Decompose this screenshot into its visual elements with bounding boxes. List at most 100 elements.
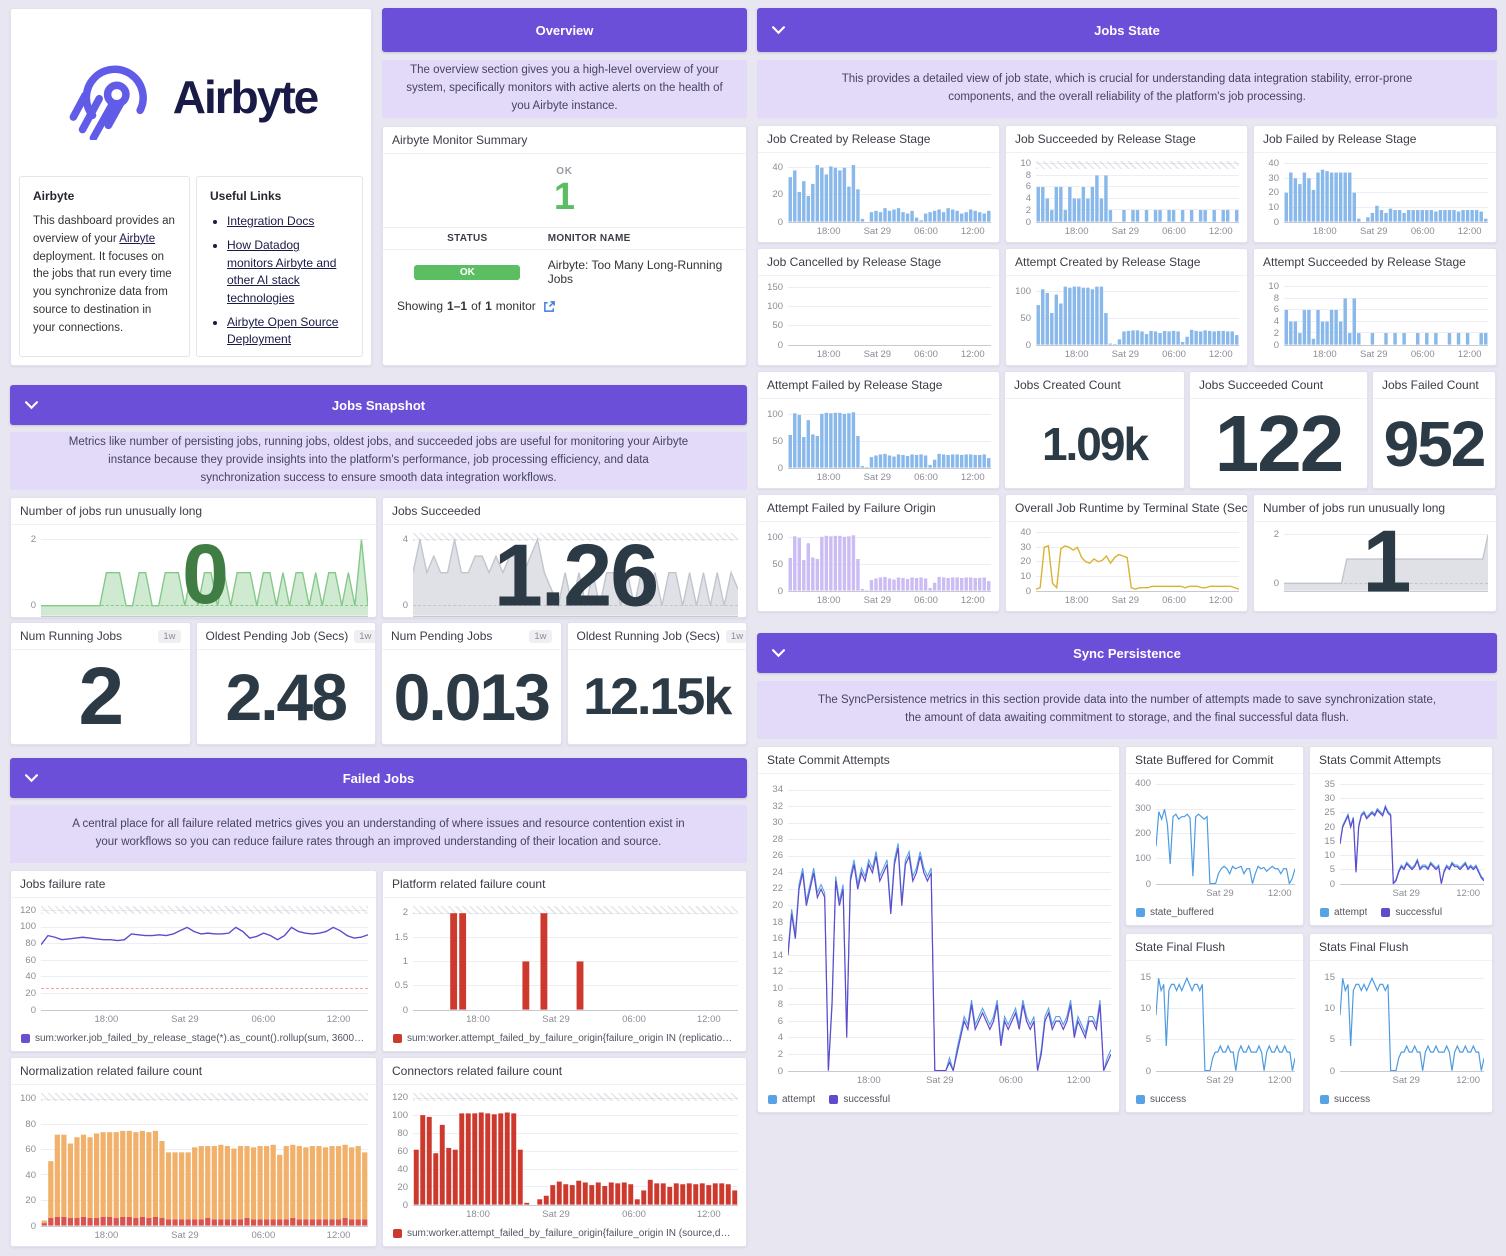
chart-state-buffered-for-commit: State Buffered for Commit 0 100 200 300 400 … (1125, 746, 1304, 926)
chevron-down-icon[interactable] (25, 772, 38, 785)
chart-plot[interactable] (413, 1093, 738, 1206)
chart-plot[interactable] (1036, 284, 1239, 346)
y-axis-tick: 4 (777, 1032, 783, 1044)
chart-plot[interactable] (788, 530, 991, 592)
x-axis-label: Sat 29 (863, 349, 892, 360)
chart-plot[interactable] (788, 782, 1111, 1072)
chart-plot[interactable] (1156, 969, 1295, 1072)
external-link-icon[interactable] (543, 300, 556, 313)
zero-baseline (1284, 582, 1488, 584)
y-axis-tick: 2 (402, 907, 408, 919)
integration-docs-link[interactable]: Integration Docs (227, 214, 314, 228)
y-axis-tick: 100 (1015, 285, 1031, 297)
chart-plot[interactable] (1340, 782, 1484, 885)
timeframe-badge: 1w (725, 629, 747, 643)
tile-title: Jobs Succeeded Count (1199, 378, 1324, 392)
section-title: Overview (535, 22, 594, 38)
y-axis-tick: 15 (1140, 972, 1151, 984)
x-axis-label: 12:00 (1208, 595, 1233, 606)
chart-plot[interactable] (413, 906, 738, 1011)
chart-plot[interactable] (788, 161, 991, 223)
x-axis-label: Sat 29 (1392, 1075, 1420, 1086)
x-axis-label: 12:00 (1066, 1075, 1091, 1086)
monitor-table-row[interactable]: OK Airbyte: Too Many Long-Running Jobs (383, 250, 746, 288)
y-axis-tick: 40 (25, 1169, 36, 1181)
chart-title: Attempt Succeeded by Release Stage (1263, 255, 1466, 269)
chart-plot[interactable]: 0 (41, 532, 368, 617)
chart-title: State Final Flush (1135, 940, 1226, 954)
x-axis: 18:00 Sat 29 06:00 12:00 (41, 1012, 368, 1028)
y-axis-tick: 22 (772, 883, 783, 895)
x-axis-label: Sat 29 (542, 1209, 570, 1220)
x-axis-label: Sat 29 (926, 1075, 954, 1086)
chevron-down-icon[interactable] (772, 24, 785, 37)
monitor-name[interactable]: Airbyte: Too Many Long-Running Jobs (538, 258, 732, 286)
y-axis-tick: 0 (1025, 339, 1031, 351)
x-axis-label: 18:00 (1312, 226, 1337, 237)
section-header-jobs-state: Jobs State (757, 8, 1497, 52)
y-axis-tick: 100 (767, 531, 783, 543)
x-axis-label: 12:00 (326, 1014, 351, 1025)
y-axis-tick: 0 (30, 600, 36, 612)
chart-plot[interactable] (1036, 161, 1239, 223)
y-axis: 0 2 4 6 8 10 (1256, 282, 1284, 350)
chevron-down-icon[interactable] (25, 399, 38, 412)
x-axis: 18:00 Sat 29 06:00 12:00 (1036, 347, 1239, 363)
chart-plot[interactable] (1036, 530, 1239, 592)
legend-swatch (21, 1034, 30, 1043)
chart-legend: sum:worker.attempt_failed_by_failure_ori… (383, 1030, 746, 1051)
tile-title: Oldest Pending Job (Secs) (205, 629, 349, 643)
y-axis-tick: 0 (1145, 878, 1151, 890)
chart-attempt-failed-by-release-stage: Attempt Failed by Release Stage 0 50 100 1… (757, 371, 1000, 489)
chart-plot[interactable] (1284, 161, 1488, 223)
chart-plot[interactable]: 1 (1284, 516, 1488, 605)
x-axis-label: 18:00 (94, 1014, 119, 1025)
legend-item: successful (1381, 907, 1442, 918)
chart-platform-related-failure-count: Platform related failure count 0 0.5 1 1.5 2… (382, 870, 747, 1052)
chart-plot[interactable] (41, 906, 368, 1011)
airbyte-link[interactable]: Airbyte (119, 233, 155, 245)
y-axis-tick: 28 (772, 833, 783, 845)
chart-legend: attempt successful (1310, 904, 1492, 925)
x-axis-label: 12:00 (960, 595, 985, 606)
chart-plot[interactable]: 1.26 (413, 530, 738, 617)
x-axis-label: Sat 29 (1360, 226, 1388, 237)
chart-canvas (1284, 170, 1488, 222)
x-axis-label: 12:00 (326, 1230, 351, 1241)
timeframe-badge: 1w (158, 629, 181, 643)
chart-title: Number of jobs run unusually long (1263, 501, 1446, 515)
legend-item: sum:worker.attempt_failed_by_failure_ori… (393, 1033, 736, 1044)
chart-canvas (788, 284, 991, 345)
x-axis-label: 06:00 (998, 1075, 1023, 1086)
legend-item: sum:worker.attempt_failed_by_failure_ori… (393, 1228, 736, 1239)
legend-label: sum:worker.job_failed_by_release_stage(*… (35, 1033, 366, 1044)
chart-plot[interactable] (788, 284, 991, 346)
y-axis: 0 20 40 (760, 161, 788, 227)
chart-plot[interactable] (788, 407, 991, 469)
chart-plot[interactable] (1340, 969, 1484, 1072)
chart-canvas (413, 533, 738, 616)
chart-plot[interactable] (41, 1093, 368, 1227)
chart-title: Job Cancelled by Release Stage (767, 255, 942, 269)
y-axis-tick: 0 (777, 339, 783, 351)
x-axis: 18:00 Sat 29 06:00 12:00 (1284, 224, 1488, 240)
datadog-monitors-link[interactable]: How Datadog monitors Airbyte and other A… (227, 238, 336, 304)
chart-plot[interactable] (1156, 782, 1295, 885)
chevron-down-icon[interactable] (772, 647, 785, 660)
description-title: Airbyte (33, 189, 75, 203)
y-axis-tick: 2 (1273, 528, 1279, 540)
y-axis-tick: 40 (1268, 157, 1279, 169)
chart-title: Stats Commit Attempts (1319, 753, 1442, 767)
x-axis: Sat 29 12:00 (1340, 886, 1484, 902)
y-axis-tick: 26 (772, 850, 783, 862)
chart-legend: attempt successful (758, 1091, 1119, 1112)
open-source-deployment-link[interactable]: Airbyte Open Source Deployment (227, 315, 338, 346)
x-axis-label: Sat 29 (863, 595, 892, 606)
y-axis: 02 (13, 533, 41, 617)
x-axis-label: Sat 29 (542, 1014, 570, 1025)
chart-plot[interactable] (1284, 284, 1488, 346)
section-jobs-state: Jobs State This provides a detailed view… (757, 8, 1497, 612)
x-axis-label: 06:00 (914, 349, 938, 360)
monitor-summary-tile: Airbyte Monitor Summary OK 1 STATUS MONI… (382, 126, 747, 366)
y-axis-tick: 24 (772, 866, 783, 878)
